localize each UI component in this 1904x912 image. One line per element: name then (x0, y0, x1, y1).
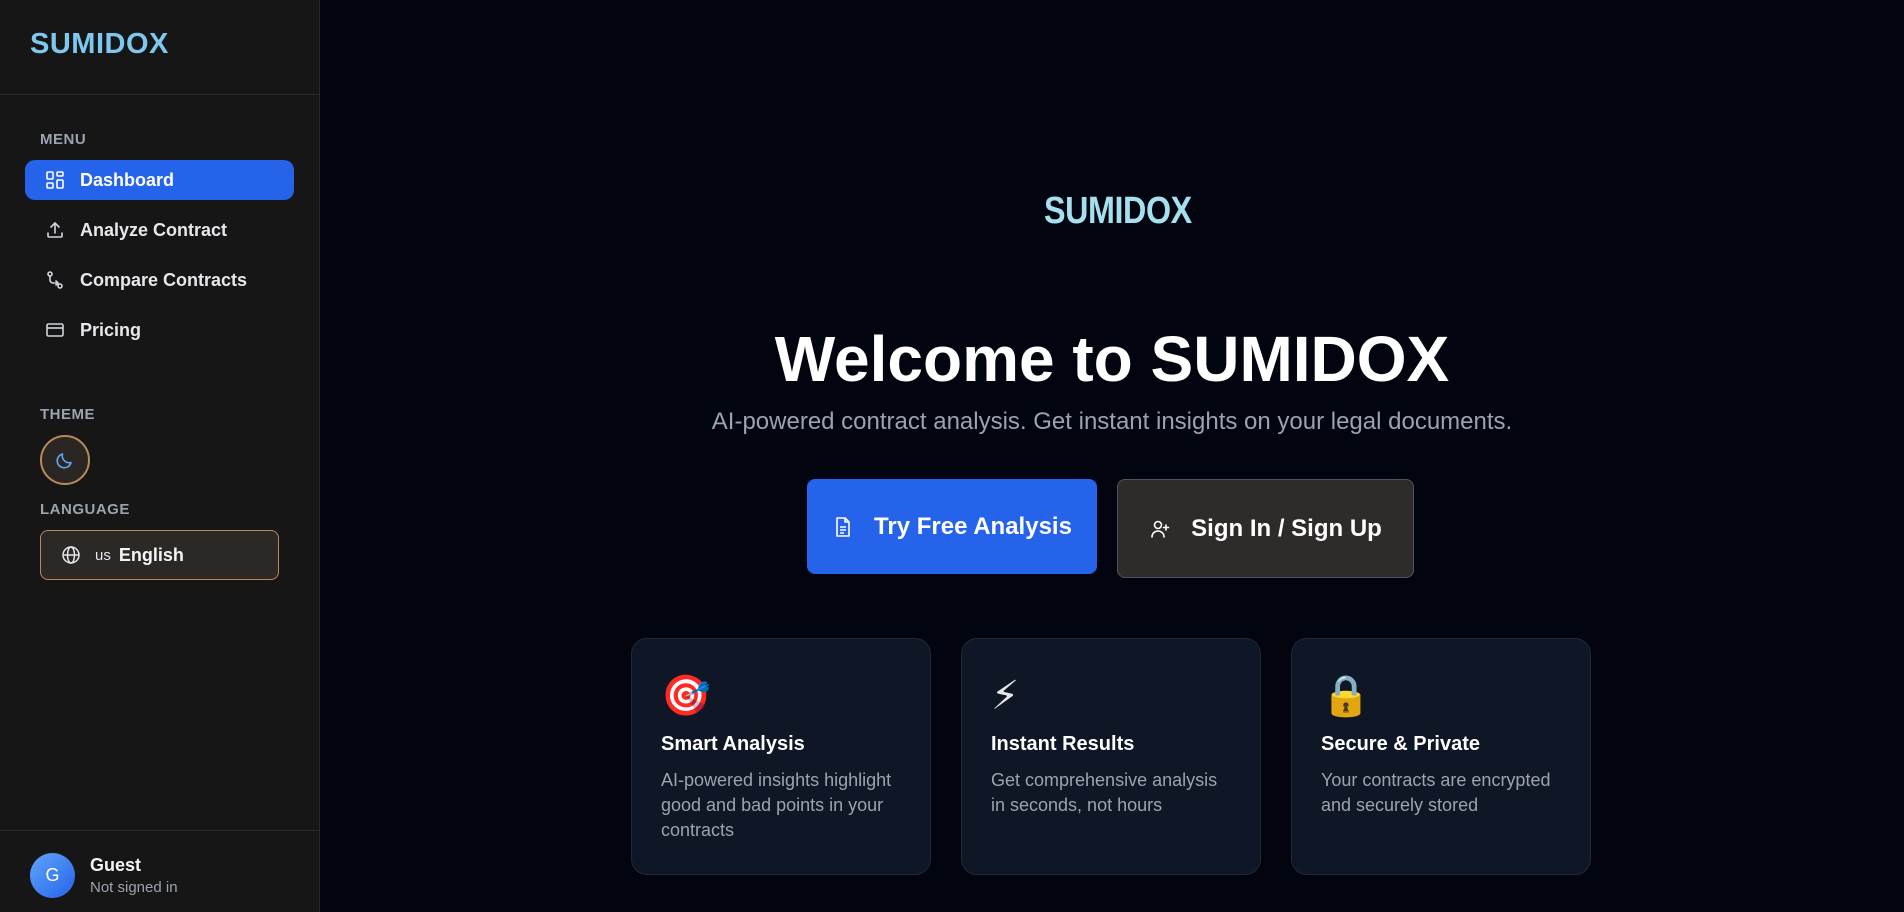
language-flag: us (95, 546, 111, 564)
feature-title: Smart Analysis (661, 733, 805, 755)
sidebar-item-dashboard[interactable]: Dashboard (25, 160, 294, 200)
brand-logo[interactable]: SUMIDOX (30, 28, 169, 60)
try-free-analysis-button[interactable]: Try Free Analysis (807, 479, 1097, 574)
moon-icon (55, 450, 75, 470)
user-status: Not signed in (90, 879, 178, 896)
sidebar-item-label: Pricing (80, 319, 142, 340)
sidebar-item-label: Compare Contracts (80, 269, 248, 290)
language-section-label: LANGUAGE (40, 501, 130, 518)
lock-icon: 🔒 (1321, 674, 1371, 718)
feature-title: Instant Results (991, 733, 1135, 755)
credit-card-icon (45, 320, 65, 340)
user-plus-icon (1149, 518, 1171, 540)
upload-icon (45, 220, 65, 240)
git-compare-icon (45, 270, 65, 290)
feature-card-secure-private: 🔒 Secure & Private Your contracts are en… (1291, 638, 1591, 875)
feature-description: Your contracts are encrypted and securel… (1321, 770, 1551, 815)
sidebar-item-analyze-contract[interactable]: Analyze Contract (25, 210, 294, 250)
main-logo: SUMIDOX (1044, 190, 1192, 232)
sidebar-item-label: Analyze Contract (80, 219, 228, 240)
language-name: English (118, 544, 184, 565)
target-icon: 🎯 (661, 674, 711, 718)
feature-card-smart-analysis: 🎯 Smart Analysis AI-powered insights hig… (631, 638, 931, 875)
sign-in-button[interactable]: Sign In / Sign Up (1117, 479, 1414, 578)
globe-icon (61, 545, 81, 565)
language-selector[interactable]: us English (40, 530, 279, 580)
sidebar-brand: SUMIDOX (0, 0, 319, 95)
sidebar-item-label: Dashboard (80, 169, 175, 190)
avatar: G (30, 853, 75, 898)
user-profile[interactable]: G Guest Not signed in (0, 830, 319, 912)
feature-title: Secure & Private (1321, 733, 1480, 755)
menu-section-label: MENU (40, 131, 87, 148)
theme-toggle-button[interactable] (40, 435, 90, 485)
feature-description: Get comprehensive analysis in seconds, n… (991, 770, 1218, 815)
sidebar-item-compare-contracts[interactable]: Compare Contracts (25, 260, 294, 300)
sidebar: SUMIDOX MENU Dashboard Analyze Contract … (0, 0, 320, 912)
feature-card-instant-results: ⚡ Instant Results Get comprehensive anal… (961, 638, 1261, 875)
lightning-icon: ⚡ (991, 674, 1020, 718)
sidebar-item-pricing[interactable]: Pricing (25, 310, 294, 350)
page-title: Welcome to SUMIDOX (774, 323, 1450, 395)
feature-description: AI-powered insights highlight good and b… (661, 770, 892, 840)
try-free-analysis-label: Try Free Analysis (874, 512, 1072, 540)
theme-section-label: THEME (40, 406, 95, 423)
page-subtitle: AI-powered contract analysis. Get instan… (711, 408, 1513, 435)
document-icon (832, 516, 854, 538)
dashboard-grid-icon (45, 170, 65, 190)
sign-in-label: Sign In / Sign Up (1191, 514, 1382, 542)
user-name: Guest (90, 855, 142, 875)
